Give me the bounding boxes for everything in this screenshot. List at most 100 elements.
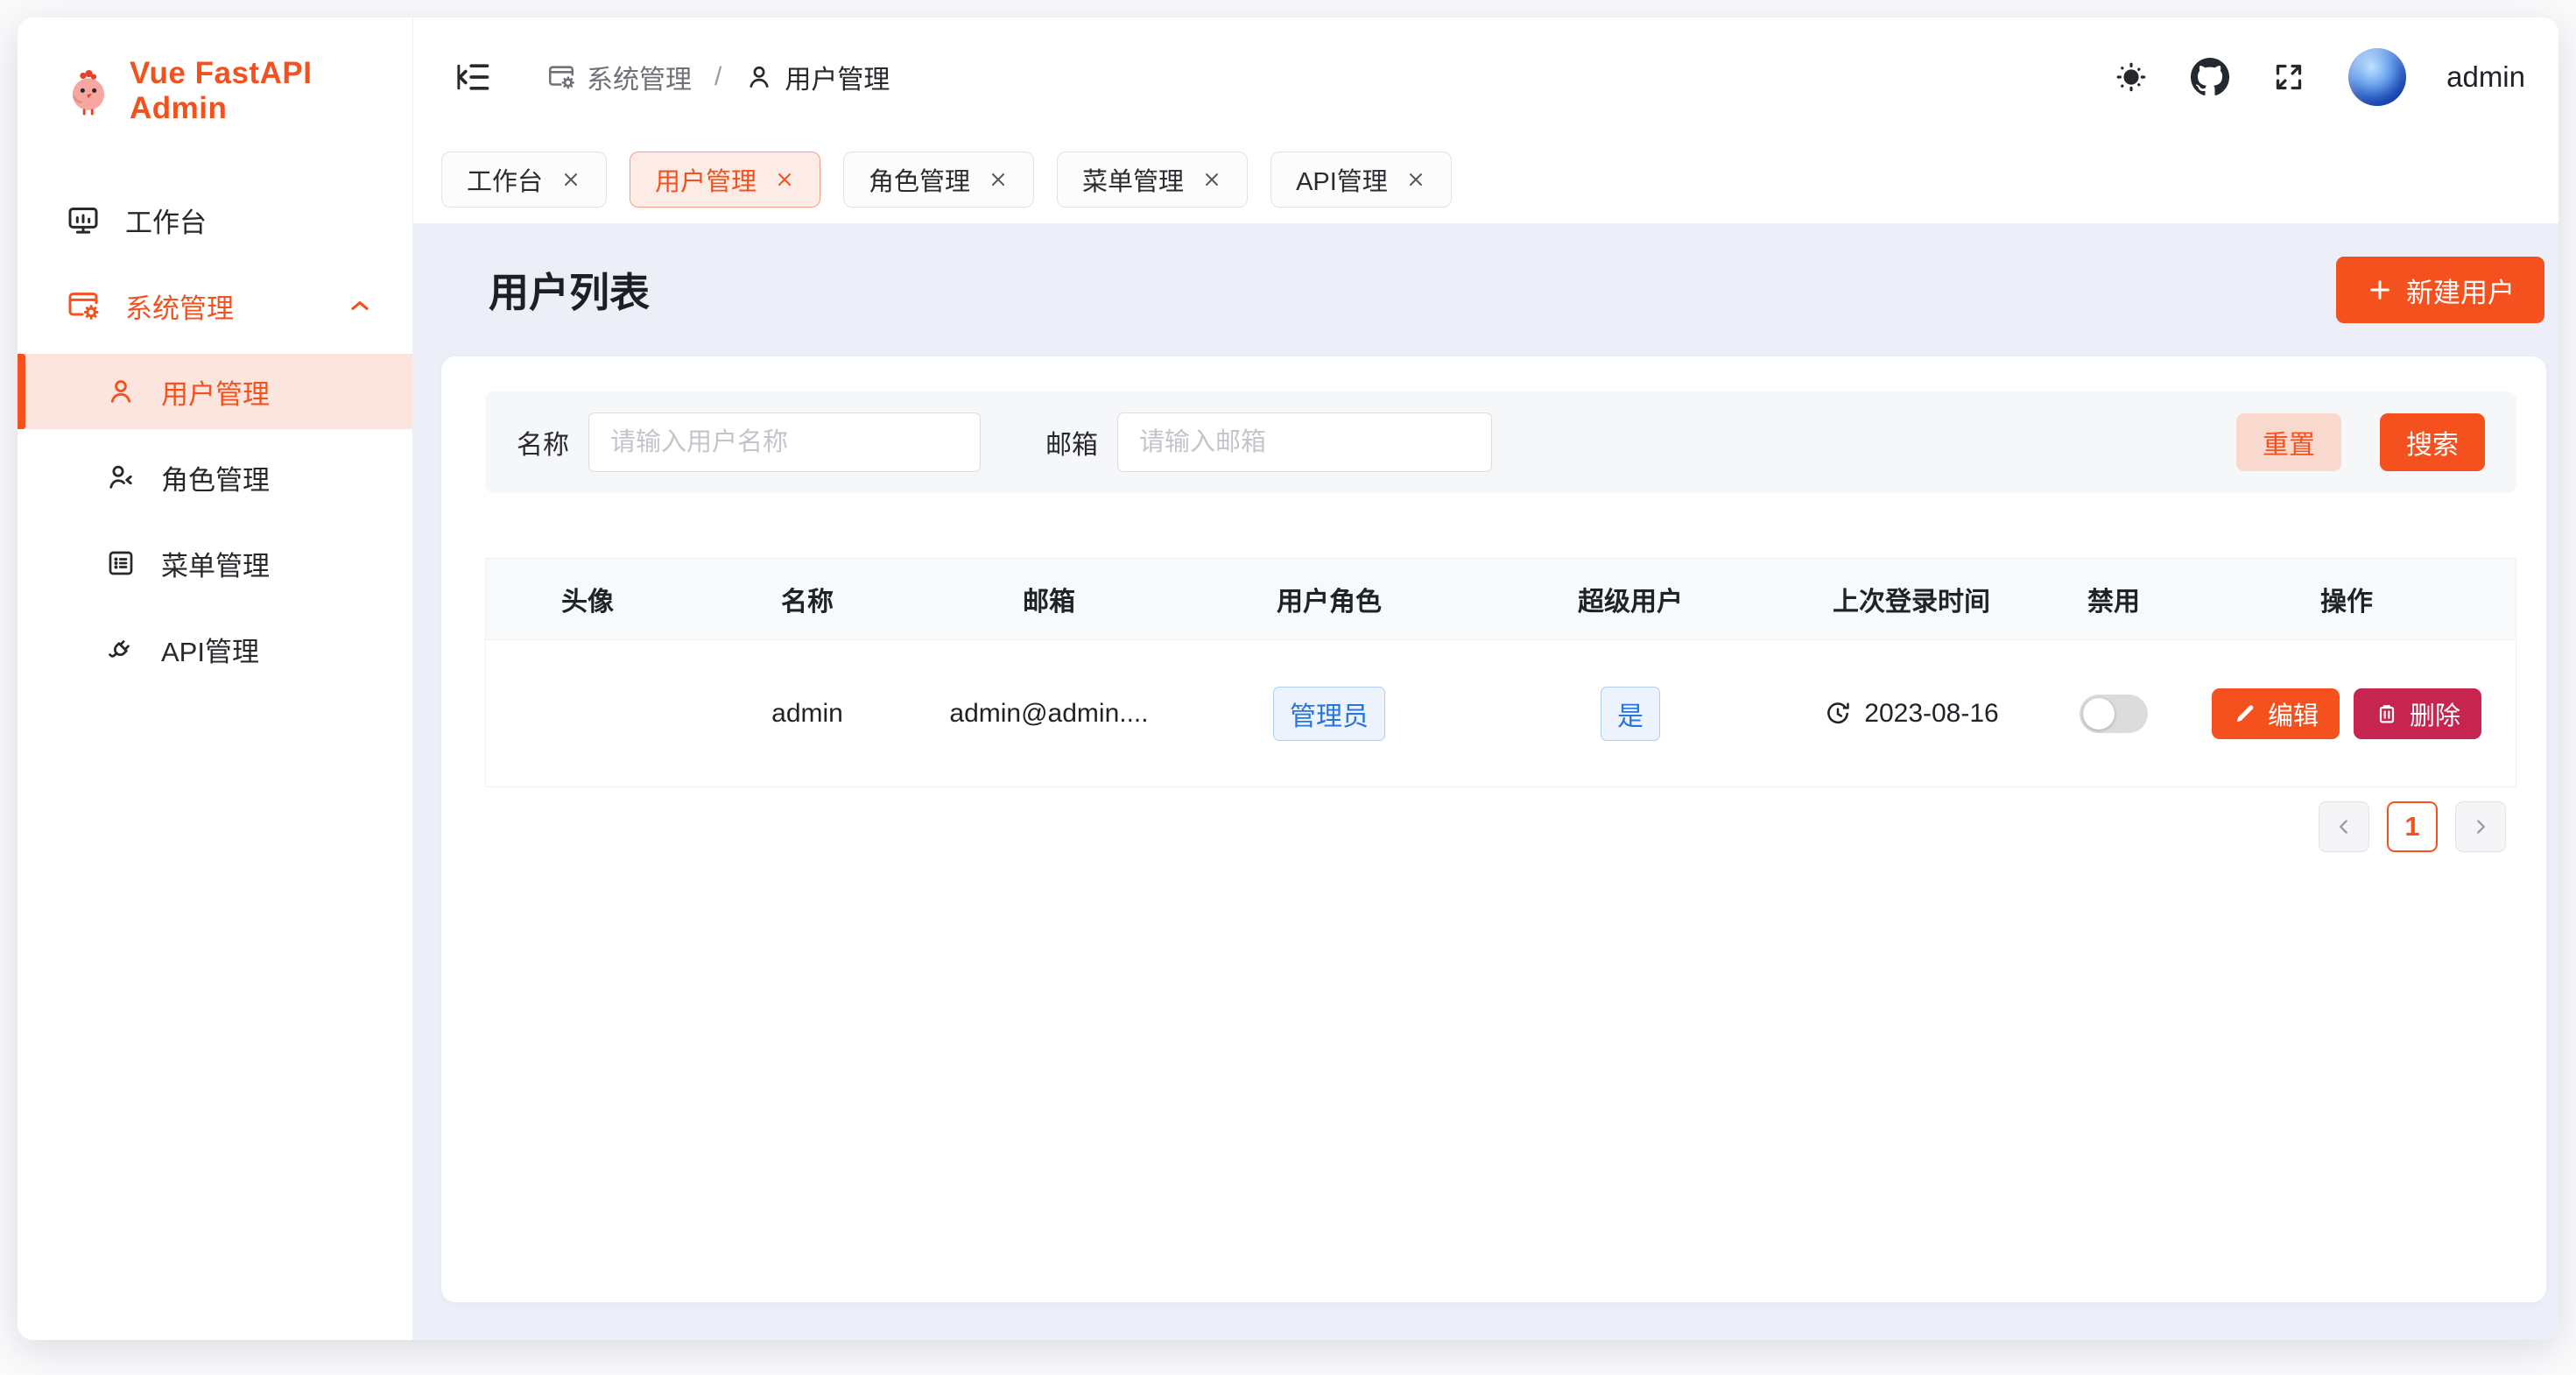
sidebar-item-label: API管理 — [161, 630, 259, 669]
sidebar-item-users[interactable]: 用户管理 — [18, 354, 412, 429]
edit-button[interactable]: 编辑 — [2212, 688, 2340, 739]
brand-title: Vue FastAPI Admin — [130, 56, 412, 126]
close-icon[interactable] — [988, 169, 1009, 190]
disabled-toggle[interactable] — [2080, 695, 2148, 733]
page-title-row: 用户列表 新建用户 — [441, 223, 2546, 356]
sidebar-item-menus[interactable]: 菜单管理 — [18, 525, 412, 601]
tab-users[interactable]: 用户管理 — [630, 152, 820, 208]
sidebar-item-label: 菜单管理 — [161, 544, 270, 583]
breadcrumb-system[interactable]: 系统管理 — [546, 58, 692, 96]
theme-toggle-sun-icon[interactable] — [2112, 58, 2150, 96]
breadcrumb-separator: / — [714, 62, 721, 92]
trash-icon — [2375, 702, 2399, 726]
sidebar-item-system[interactable]: 系统管理 — [18, 268, 412, 343]
main-area: 系统管理 / 用户管理 — [413, 18, 2558, 1340]
pencil-icon — [2233, 702, 2257, 726]
search-button[interactable]: 搜索 — [2380, 413, 2485, 471]
superuser-cell: 是 — [1486, 687, 1775, 741]
name-filter-input[interactable] — [588, 412, 981, 472]
col-superuser: 超级用户 — [1486, 580, 1775, 618]
header-actions: admin — [2112, 48, 2525, 106]
close-icon[interactable] — [560, 169, 581, 190]
tab-label: 角色管理 — [869, 161, 970, 198]
superuser-tag: 是 — [1601, 687, 1660, 741]
breadcrumb: 系统管理 / 用户管理 — [546, 58, 890, 96]
window-gear-icon — [66, 288, 101, 323]
close-icon[interactable] — [1405, 169, 1426, 190]
sidebar-item-roles[interactable]: 角色管理 — [18, 440, 412, 515]
col-role: 用户角色 — [1172, 580, 1486, 618]
breadcrumb-current-label: 用户管理 — [785, 58, 890, 96]
user-list-card: 名称 邮箱 重置 搜索 头像 名称 邮箱 用户角色 超 — [441, 356, 2546, 1302]
tab-workbench[interactable]: 工作台 — [441, 152, 607, 208]
breadcrumb-current[interactable]: 用户管理 — [744, 58, 890, 96]
page-number-button[interactable]: 1 — [2387, 801, 2438, 852]
user-role-icon — [105, 462, 137, 493]
col-disabled: 禁用 — [2048, 580, 2179, 618]
col-actions: 操作 — [2179, 580, 2514, 618]
next-page-button[interactable] — [2455, 801, 2506, 852]
monitor-icon — [66, 202, 101, 237]
sidebar-item-label: 工作台 — [125, 201, 207, 240]
filter-bar: 名称 邮箱 重置 搜索 — [485, 391, 2516, 493]
pagination: 1 — [485, 801, 2516, 852]
tab-api[interactable]: API管理 — [1270, 152, 1452, 208]
add-user-button[interactable]: 新建用户 — [2336, 257, 2544, 323]
tab-label: 用户管理 — [655, 161, 757, 198]
user-icon — [105, 376, 137, 407]
sidebar-item-label: 用户管理 — [161, 372, 270, 412]
tabs-bar: 工作台 用户管理 角色管理 菜单管理 — [413, 136, 2558, 223]
role-cell: 管理员 — [1172, 687, 1486, 741]
reset-button[interactable]: 重置 — [2236, 413, 2341, 471]
prev-page-button[interactable] — [2319, 801, 2369, 852]
table-row: admin admin@admin.... 管理员 是 — [486, 639, 2516, 786]
sidebar-menu: 工作台 系统管理 — [18, 182, 412, 687]
sidebar-item-label: 系统管理 — [125, 286, 234, 326]
disabled-cell — [2048, 695, 2179, 733]
breadcrumb-parent-label: 系统管理 — [587, 58, 692, 96]
email-filter-input[interactable] — [1117, 412, 1492, 472]
name-cell: admin — [689, 699, 926, 729]
chick-logo-icon — [63, 66, 114, 116]
tab-menus[interactable]: 菜单管理 — [1057, 152, 1248, 208]
window-gear-icon — [546, 62, 576, 92]
col-last-login: 上次登录时间 — [1775, 580, 2048, 618]
email-cell: admin@admin.... — [926, 699, 1172, 729]
tab-label: 工作台 — [467, 161, 543, 198]
clock-history-icon — [1824, 700, 1852, 728]
app-window: Vue FastAPI Admin 工作台 — [18, 18, 2558, 1340]
last-login-value: 2023-08-16 — [1864, 699, 1998, 729]
tab-roles[interactable]: 角色管理 — [843, 152, 1034, 208]
sidebar-item-api[interactable]: API管理 — [18, 611, 412, 687]
brand-logo[interactable]: Vue FastAPI Admin — [18, 18, 412, 126]
sidebar-collapse-icon[interactable] — [454, 58, 492, 96]
edit-button-label: 编辑 — [2268, 695, 2319, 732]
actions-cell: 编辑 删除 — [2179, 688, 2514, 739]
fullscreen-icon[interactable] — [2270, 58, 2308, 96]
last-login-cell: 2023-08-16 — [1775, 699, 2048, 729]
top-header: 系统管理 / 用户管理 — [413, 18, 2558, 136]
plug-icon — [105, 633, 137, 665]
add-user-button-label: 新建用户 — [2406, 271, 2515, 310]
sidebar-item-workbench[interactable]: 工作台 — [18, 182, 412, 257]
user-icon — [744, 62, 774, 92]
tab-label: API管理 — [1296, 161, 1388, 198]
user-avatar[interactable] — [2348, 48, 2406, 106]
chevron-up-icon — [346, 292, 374, 320]
github-icon[interactable] — [2191, 58, 2229, 96]
col-email: 邮箱 — [926, 580, 1172, 618]
col-name: 名称 — [689, 580, 926, 618]
name-filter-label: 名称 — [517, 423, 569, 462]
delete-button[interactable]: 删除 — [2354, 688, 2481, 739]
page-title: 用户列表 — [489, 261, 650, 319]
tab-label: 菜单管理 — [1082, 161, 1184, 198]
role-tag: 管理员 — [1273, 687, 1385, 741]
page-content: 用户列表 新建用户 名称 邮箱 重置 — [413, 223, 2558, 1340]
users-table: 头像 名称 邮箱 用户角色 超级用户 上次登录时间 禁用 操作 admin ad… — [485, 558, 2516, 787]
username-label[interactable]: admin — [2446, 60, 2525, 94]
list-icon — [105, 547, 137, 579]
delete-button-label: 删除 — [2410, 695, 2460, 732]
close-icon[interactable] — [1201, 169, 1222, 190]
plus-icon — [2366, 276, 2394, 304]
close-icon[interactable] — [774, 169, 795, 190]
